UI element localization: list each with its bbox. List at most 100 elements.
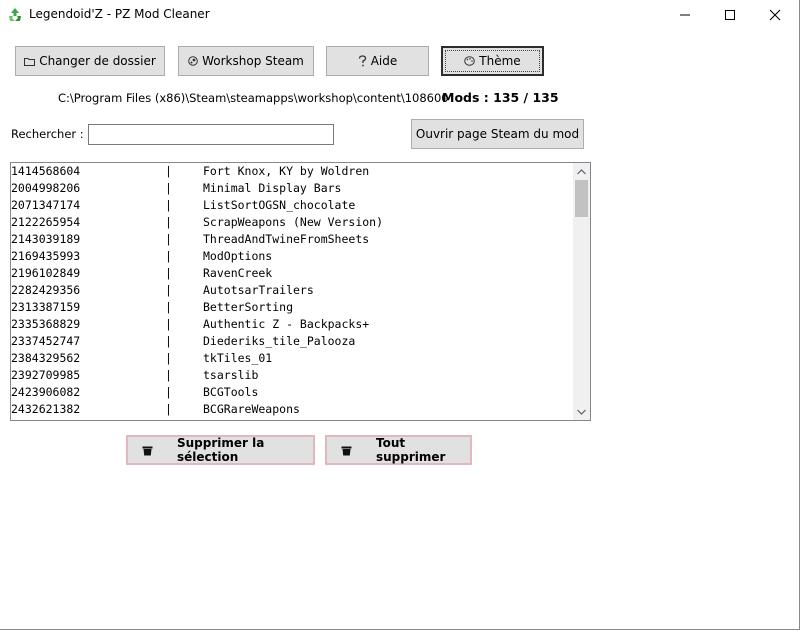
mod-id: 2004998206 bbox=[11, 181, 81, 195]
trash-icon bbox=[341, 445, 352, 456]
mods-count: Mods : 135 / 135 bbox=[442, 90, 559, 105]
maximize-button[interactable] bbox=[707, 0, 753, 30]
column-separator: | bbox=[165, 164, 172, 178]
delete-selection-label: Supprimer la sélection bbox=[177, 436, 265, 464]
maximize-icon bbox=[725, 10, 735, 20]
minimize-button[interactable] bbox=[662, 0, 708, 30]
folder-icon bbox=[24, 57, 36, 66]
mod-id: 2071347174 bbox=[11, 198, 81, 212]
mod-name: RavenCreek bbox=[203, 266, 273, 280]
change-folder-button[interactable]: Changer de dossier bbox=[15, 46, 165, 76]
mod-name: Minimal Display Bars bbox=[203, 181, 342, 195]
mod-id: 2313387159 bbox=[11, 300, 81, 314]
mod-name: Authentic Z - Backpacks+ bbox=[203, 317, 370, 331]
list-item[interactable]: 2196102849 | RavenCreek bbox=[11, 265, 573, 282]
mod-id: 1414568604 bbox=[11, 164, 81, 178]
window-title: Legendoid'Z - PZ Mod Cleaner bbox=[29, 7, 210, 21]
list-item[interactable]: 2423906082 | BCGTools bbox=[11, 384, 573, 401]
mod-name: BCGTools bbox=[203, 385, 259, 399]
mod-name: ScrapWeapons (New Version) bbox=[203, 215, 384, 229]
mod-name: BetterSorting bbox=[203, 300, 294, 314]
mod-name: ThreadAndTwineFromSheets bbox=[203, 232, 370, 246]
column-separator: | bbox=[165, 317, 172, 331]
list-item[interactable]: 2313387159 | BetterSorting bbox=[11, 299, 573, 316]
minimize-icon bbox=[680, 14, 690, 16]
mod-name: AutotsarTrailers bbox=[203, 283, 314, 297]
mod-id: 2196102849 bbox=[11, 266, 81, 280]
theme-label: Thème bbox=[479, 54, 521, 68]
chevron-down-icon bbox=[577, 409, 586, 415]
mod-id: 2337452747 bbox=[11, 334, 81, 348]
list-item[interactable]: 2337452747 | Diederiks_tile_Palooza bbox=[11, 333, 573, 350]
mod-name: ModOptions bbox=[203, 249, 273, 263]
workshop-steam-label: Workshop Steam bbox=[202, 54, 304, 68]
close-icon bbox=[769, 9, 781, 21]
help-button[interactable]: Aide bbox=[326, 46, 429, 76]
list-item[interactable]: 2432621382 | BCGRareWeapons bbox=[11, 401, 573, 418]
open-steam-page-button[interactable]: Ouvrir page Steam du mod bbox=[411, 119, 584, 149]
mod-id: 2122265954 bbox=[11, 215, 81, 229]
mod-id: 2335368829 bbox=[11, 317, 81, 331]
mod-id: 2384329562 bbox=[11, 351, 81, 365]
app-window: Legendoid'Z - PZ Mod Cleaner Changer de … bbox=[0, 0, 800, 630]
mod-id: 2423906082 bbox=[11, 385, 81, 399]
list-item[interactable]: 2392709985 | tsarslib bbox=[11, 367, 573, 384]
column-separator: | bbox=[165, 334, 172, 348]
list-item[interactable]: 2143039189 | ThreadAndTwineFromSheets bbox=[11, 231, 573, 248]
column-separator: | bbox=[165, 198, 172, 212]
list-item[interactable]: 2122265954 | ScrapWeapons (New Version) bbox=[11, 214, 573, 231]
column-separator: | bbox=[165, 215, 172, 229]
close-button[interactable] bbox=[752, 0, 798, 30]
mod-list[interactable]: 1414568604 | Fort Knox, KY by Woldren 20049… bbox=[10, 162, 591, 421]
mod-name: ListSortOGSN_chocolate bbox=[203, 198, 356, 212]
mod-name: Diederiks_tile_Palooza bbox=[203, 334, 356, 348]
help-label: Aide bbox=[370, 54, 398, 68]
list-item[interactable]: 1414568604 | Fort Knox, KY by Woldren bbox=[11, 163, 573, 180]
mod-name: Fort Knox, KY by Woldren bbox=[203, 164, 370, 178]
column-separator: | bbox=[165, 181, 172, 195]
scroll-thumb[interactable] bbox=[575, 180, 588, 217]
delete-all-label: Tout supprimer bbox=[376, 436, 446, 464]
column-separator: | bbox=[165, 232, 172, 246]
mod-id: 2392709985 bbox=[11, 368, 81, 382]
theme-button[interactable]: Thème bbox=[441, 46, 544, 76]
mod-name: tsarslib bbox=[203, 368, 259, 382]
folder-path: C:\Program Files (x86)\Steam\steamapps\w… bbox=[58, 91, 449, 105]
scroll-up-button[interactable] bbox=[573, 163, 590, 180]
change-folder-label: Changer de dossier bbox=[39, 54, 156, 68]
list-item[interactable]: 2335368829 | Authentic Z - Backpacks+ bbox=[11, 316, 573, 333]
column-separator: | bbox=[165, 300, 172, 314]
column-separator: | bbox=[165, 266, 172, 280]
mod-id: 2143039189 bbox=[11, 232, 81, 246]
list-item[interactable]: 2004998206 | Minimal Display Bars bbox=[11, 180, 573, 197]
scroll-down-button[interactable] bbox=[573, 403, 590, 420]
mod-name: tkTiles_01 bbox=[203, 351, 273, 365]
column-separator: | bbox=[165, 402, 172, 416]
search-label: Rechercher : bbox=[11, 127, 84, 141]
list-item[interactable]: 2071347174 | ListSortOGSN_chocolate bbox=[11, 197, 573, 214]
list-item[interactable]: 2384329562 | tkTiles_01 bbox=[11, 350, 573, 367]
mod-id: 2432621382 bbox=[11, 402, 81, 416]
mod-id: 2169435993 bbox=[11, 249, 81, 263]
open-steam-page-label: Ouvrir page Steam du mod bbox=[415, 127, 580, 141]
list-item[interactable]: 2169435993 | ModOptions bbox=[11, 248, 573, 265]
chevron-up-icon bbox=[577, 168, 586, 174]
column-separator: | bbox=[165, 283, 172, 297]
workshop-steam-button[interactable]: Workshop Steam bbox=[178, 46, 314, 76]
palette-icon bbox=[464, 56, 476, 66]
question-icon bbox=[358, 55, 367, 67]
column-separator: | bbox=[165, 385, 172, 399]
trash-icon bbox=[142, 445, 153, 456]
column-separator: | bbox=[165, 249, 172, 263]
title-bar[interactable]: Legendoid'Z - PZ Mod Cleaner bbox=[0, 0, 799, 30]
recycle-icon bbox=[7, 7, 23, 23]
search-input[interactable] bbox=[88, 124, 334, 145]
delete-all-button[interactable]: Tout supprimer bbox=[325, 435, 472, 465]
mod-list-scrollbar[interactable] bbox=[573, 163, 590, 420]
column-separator: | bbox=[165, 368, 172, 382]
column-separator: | bbox=[165, 351, 172, 365]
mod-id: 2282429356 bbox=[11, 283, 81, 297]
mod-list-rows: 1414568604 | Fort Knox, KY by Woldren 20049… bbox=[11, 163, 573, 418]
list-item[interactable]: 2282429356 | AutotsarTrailers bbox=[11, 282, 573, 299]
delete-selection-button[interactable]: Supprimer la sélection bbox=[126, 435, 315, 465]
